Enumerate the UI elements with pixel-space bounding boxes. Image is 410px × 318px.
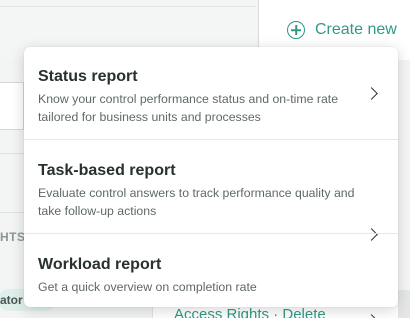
menu-item-title: Task-based report <box>38 162 176 179</box>
menu-item-description: Get a quick overview on completion rate <box>38 280 257 294</box>
header-divider <box>0 6 256 7</box>
chevron-right-icon <box>365 87 378 100</box>
divider <box>0 153 24 154</box>
report-page: Create new HTS ator Access Rights · Dele… <box>0 0 410 318</box>
divider <box>0 212 24 213</box>
access-rights-link[interactable]: Access Rights · Delete <box>174 306 326 318</box>
section-label: HTS <box>0 230 26 244</box>
menu-item-title: Workload report <box>38 256 162 273</box>
plus-circle-icon <box>287 21 305 39</box>
create-new-label: Create new <box>315 21 397 38</box>
search-input[interactable] <box>0 82 24 130</box>
menu-item-task-based-report[interactable]: Task-based report Evaluate control answe… <box>24 139 398 241</box>
create-report-menu: Status report Know your control performa… <box>24 47 398 318</box>
menu-item-title: Status report <box>38 68 138 85</box>
right-panel-edge <box>398 60 410 318</box>
menu-item-description: Know your control performance status and… <box>38 92 339 124</box>
menu-item-workload-report[interactable]: Workload report Get a quick overview on … <box>24 233 398 318</box>
menu-item-status-report[interactable]: Status report Know your control performa… <box>24 47 398 139</box>
menu-item-description: Evaluate control answers to track perfor… <box>38 186 355 218</box>
right-panel-block <box>398 290 410 318</box>
